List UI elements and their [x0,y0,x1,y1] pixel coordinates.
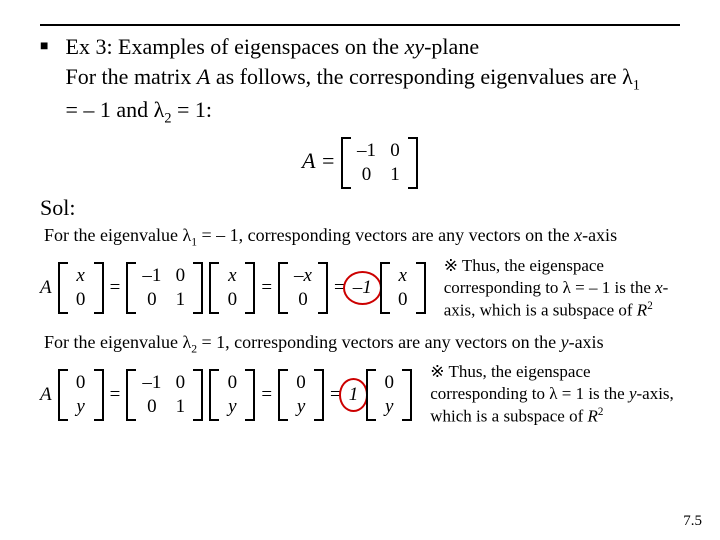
matrix-A-body: –1 0 0 1 [341,137,418,189]
bullet-icon: ■ [40,32,60,57]
title-xy: xy [405,34,425,59]
case2-equation: A 0 y = –1 0 0 1 0 y = 0 y = 1 [40,369,412,421]
eigval2: = 1: [172,97,213,122]
case1-note: ※ Thus, the eigenspace corresponding to … [444,255,680,322]
case1-scalar-circled: –1 [351,277,374,299]
case1-equation-row: A x 0 = –1 0 0 1 x 0 = –x 0 = – [40,255,680,322]
case2-equation-row: A 0 y = –1 0 0 1 0 y = 0 y = 1 [40,361,680,428]
title-part2: -plane [424,34,479,59]
A-r1c2: 0 [388,140,402,162]
slide: ■ Ex 3: Examples of eigenspaces on the x… [0,0,720,428]
heading-text: Ex 3: Examples of eigenspaces on the xy-… [66,32,646,129]
lambda2-sym: λ [154,97,165,122]
top-rule [40,24,680,26]
eigval1: = – 1 and [66,97,154,122]
matrix-A-def: A = –1 0 0 1 [40,137,680,189]
case2-scalar-circled: 1 [347,384,361,406]
A-r2c1: 0 [357,164,376,186]
line2b: as follows, the corresponding eigenvalue… [210,64,622,89]
A-equals: A = [302,148,335,173]
line2a: For the matrix [66,64,197,89]
title-part1: Ex 3: Examples of eigenspaces on the [66,34,405,59]
lambda2-sub: 2 [164,111,171,127]
A-r2c2: 1 [388,164,402,186]
A-r1c1: –1 [357,140,376,162]
lambda1-sym: λ [622,64,633,89]
solution-label: Sol: [40,195,680,221]
case2-line: For the eigenvalue λ2 = 1, corresponding… [44,332,680,356]
case1-equation: A x 0 = –1 0 0 1 x 0 = –x 0 = – [40,262,426,314]
case2-note: ※ Thus, the eigenspace corresponding to … [430,361,680,428]
heading-block: ■ Ex 3: Examples of eigenspaces on the x… [40,32,680,129]
lambda1-sub: 1 [633,77,640,93]
matrix-A: A [197,64,210,89]
slide-number: 7.5 [683,513,702,530]
case1-line: For the eigenvalue λ1 = – 1, correspondi… [44,225,680,249]
